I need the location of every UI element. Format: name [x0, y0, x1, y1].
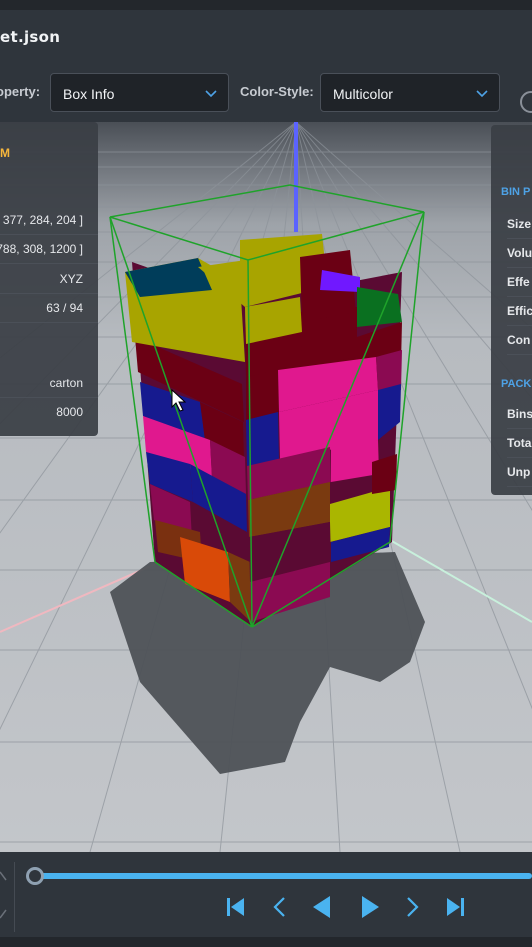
skip-to-start-button[interactable] — [222, 894, 250, 920]
pack-row: Unp — [507, 458, 532, 487]
settings-toggle[interactable] — [520, 91, 532, 113]
playback-bar — [0, 852, 532, 947]
3d-viewport[interactable]: M [ 377, 284, 204 ] 788, 308, 1200 ] XYZ… — [0, 122, 532, 852]
property-label: operty: — [0, 84, 41, 99]
color-style-select-value: Multicolor — [333, 86, 393, 102]
chevron-down-icon — [205, 90, 217, 98]
skip-to-start-icon — [227, 898, 244, 916]
box-info-title: M — [0, 146, 10, 160]
bin-prop-row: Volu — [507, 239, 532, 268]
timeline-thumb[interactable] — [26, 867, 44, 885]
color-style-label: Color-Style: — [240, 84, 314, 99]
play-icon — [362, 896, 379, 918]
play-button[interactable] — [356, 894, 384, 920]
timeline-track[interactable] — [36, 873, 532, 879]
property-select[interactable]: Box Info — [50, 73, 229, 112]
pack-row: Tota — [507, 429, 532, 458]
toolbar: operty: Box Info Color-Style: Multicolor — [0, 60, 532, 122]
property-select-value: Box Info — [63, 86, 115, 102]
info-row: 8000 — [56, 405, 83, 419]
bottom-edge — [0, 937, 532, 947]
previous-step-button[interactable] — [266, 894, 294, 920]
info-row: XYZ — [0, 265, 98, 294]
bin-prop-row: Effe — [507, 268, 532, 297]
bin-prop-row: Effic — [507, 297, 532, 326]
color-style-select[interactable]: Multicolor — [320, 73, 500, 112]
bin-prop-row: Size — [507, 210, 532, 239]
info-row: [ 377, 284, 204 ] — [0, 206, 98, 235]
play-backward-icon — [313, 896, 330, 918]
collapse-icon[interactable] — [0, 870, 10, 920]
info-row: 63 / 94 — [0, 294, 98, 323]
chevron-down-icon — [476, 90, 488, 98]
next-step-button[interactable] — [398, 894, 426, 920]
file-title: et.json — [0, 28, 61, 46]
bin-properties-panel: BIN P Size Volu Effe Effic Con PACK Bins… — [491, 125, 532, 495]
bin-prop-row: Con — [507, 326, 532, 355]
pack-row: Bins — [507, 400, 532, 429]
skip-to-end-icon — [447, 898, 464, 916]
chevron-right-icon — [407, 897, 419, 917]
play-backward-button[interactable] — [308, 894, 336, 920]
info-row: 788, 308, 1200 ] — [0, 235, 98, 264]
divider — [14, 862, 15, 932]
bin-properties-heading: BIN P — [501, 186, 531, 198]
skip-to-end-button[interactable] — [442, 894, 470, 920]
packing-heading: PACK — [501, 378, 532, 390]
chevron-left-icon — [273, 897, 285, 917]
box-info-panel: M [ 377, 284, 204 ] 788, 308, 1200 ] XYZ… — [0, 122, 98, 436]
title-bar: et.json — [0, 0, 532, 60]
info-row: carton — [0, 369, 98, 398]
